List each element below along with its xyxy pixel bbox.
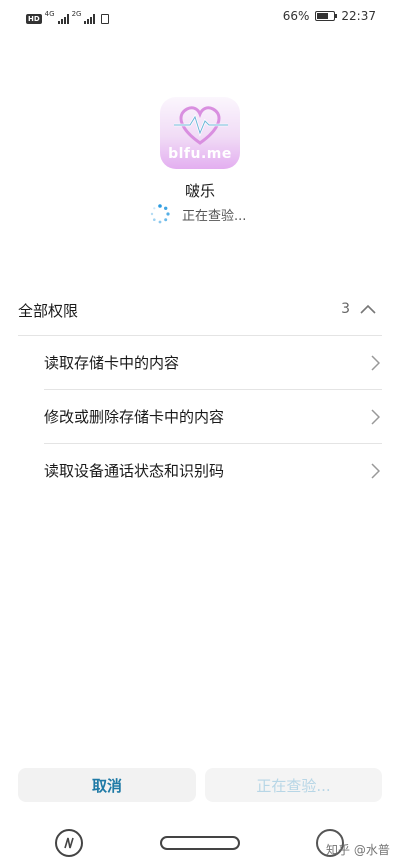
status-bar: HD 4G 2G 66% 22:37 [0, 0, 400, 34]
chevron-right-icon [371, 355, 380, 371]
vibrate-icon [101, 14, 110, 24]
back-icon [64, 837, 74, 849]
permissions-title: 全部权限 [18, 302, 79, 320]
clock: 22:37 [341, 9, 376, 23]
chevron-up-icon[interactable] [360, 304, 376, 314]
signal-icon [57, 14, 69, 24]
network-type-1: 4G [44, 10, 55, 18]
checking-button: 正在查验... [205, 768, 382, 802]
verification-status: 正在查验... [150, 203, 246, 225]
battery-percent: 66% [282, 9, 310, 23]
app-icon-text: blfu.me [168, 146, 232, 162]
permissions-count: 3 [341, 301, 350, 317]
cancel-button[interactable]: 取消 [18, 768, 196, 802]
app-name: 啵乐 [184, 182, 215, 200]
permission-label: 修改或删除存储卡中的内容 [44, 408, 225, 426]
all-permissions-header[interactable]: 全部权限 3 [18, 296, 382, 324]
permission-item-read-storage[interactable]: 读取存储卡中的内容 [44, 336, 382, 390]
permission-item-phone-state[interactable]: 读取设备通话状态和识别码 [44, 444, 382, 498]
app-icon: blfu.me [160, 97, 240, 169]
chevron-right-icon [371, 463, 380, 479]
nav-home-button[interactable] [160, 836, 240, 850]
nav-back-button[interactable] [55, 829, 83, 857]
signal-icon-2 [84, 14, 96, 24]
network-type-2: 2G [71, 10, 82, 18]
watermark: 知乎 @水普 [326, 843, 390, 857]
status-bar-right: 66% 22:37 [283, 9, 376, 23]
status-bar-left: HD 4G 2G [26, 10, 110, 24]
permission-item-modify-storage[interactable]: 修改或删除存储卡中的内容 [44, 390, 382, 444]
battery-icon [315, 11, 338, 21]
hd-badge: HD [26, 14, 42, 24]
permission-label: 读取存储卡中的内容 [44, 354, 180, 372]
permission-label: 读取设备通话状态和识别码 [44, 462, 225, 480]
status-text: 正在查验... [182, 208, 247, 224]
loading-spinner-icon [150, 204, 170, 224]
chevron-right-icon [371, 409, 380, 425]
